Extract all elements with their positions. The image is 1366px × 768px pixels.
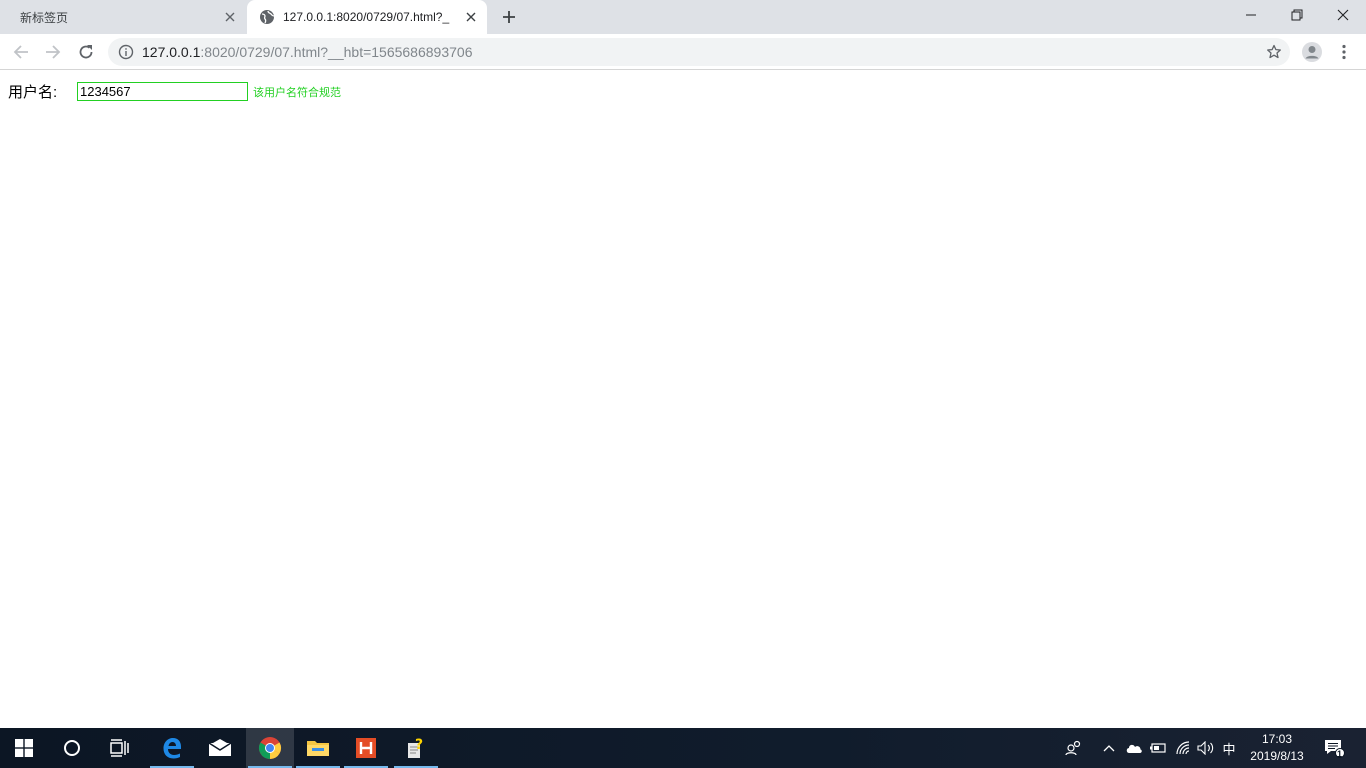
clock-date: 2019/8/13 bbox=[1250, 749, 1304, 763]
notification-count-badge: 1 bbox=[1337, 749, 1343, 759]
url-text: 127.0.0.1:8020/0729/07.html?__hbt=156568… bbox=[142, 44, 472, 60]
username-form-row: 用户名: 该用户名符合规范 bbox=[8, 81, 341, 102]
url-path: :8020/0729/07.html?__hbt=1565686893706 bbox=[200, 44, 473, 60]
forward-arrow-icon[interactable] bbox=[39, 38, 67, 66]
tab-current-page[interactable]: 127.0.0.1:8020/0729/07.html?_ bbox=[247, 0, 487, 34]
windows-start-icon[interactable] bbox=[0, 728, 48, 768]
tab-title: 新标签页 bbox=[20, 10, 69, 25]
ime-indicator[interactable]: 中 bbox=[1218, 728, 1240, 768]
reload-icon[interactable] bbox=[72, 38, 100, 66]
search-circle-icon[interactable] bbox=[48, 728, 96, 768]
file-explorer-icon[interactable] bbox=[294, 728, 342, 768]
clock-time: 17:03 bbox=[1261, 732, 1293, 746]
chevron-up-icon[interactable] bbox=[1099, 728, 1119, 768]
address-bar[interactable]: 127.0.0.1:8020/0729/07.html?__hbt=156568… bbox=[108, 38, 1290, 66]
tab-new-tab[interactable]: 新标签页 bbox=[0, 0, 246, 34]
site-info-icon[interactable] bbox=[118, 44, 134, 60]
username-label: 用户名: bbox=[8, 84, 58, 101]
back-arrow-icon[interactable] bbox=[7, 38, 35, 66]
people-icon[interactable] bbox=[1062, 728, 1086, 768]
help-document-icon[interactable]: ? bbox=[392, 728, 440, 768]
hbuilder-icon[interactable] bbox=[342, 728, 390, 768]
minimize-icon[interactable] bbox=[1228, 0, 1274, 30]
page-content: 用户名: 该用户名符合规范 bbox=[0, 71, 1366, 728]
close-window-icon[interactable] bbox=[1320, 0, 1366, 30]
validation-message: 该用户名符合规范 bbox=[253, 86, 341, 99]
globe-icon bbox=[259, 9, 275, 25]
task-view-icon[interactable] bbox=[96, 728, 144, 768]
profile-avatar-icon[interactable] bbox=[1300, 40, 1324, 64]
svg-text:?: ? bbox=[415, 737, 423, 753]
tab-title: 127.0.0.1:8020/0729/07.html?_ bbox=[283, 10, 450, 24]
browser-toolbar: 127.0.0.1:8020/0729/07.html?__hbt=156568… bbox=[0, 34, 1366, 70]
username-input[interactable] bbox=[77, 82, 248, 101]
edge-browser-icon[interactable] bbox=[148, 728, 196, 768]
system-clock[interactable]: 17:03 2019/8/13 bbox=[1240, 731, 1314, 765]
tab-close-icon[interactable] bbox=[220, 7, 240, 27]
menu-kebab-icon[interactable] bbox=[1334, 40, 1354, 64]
chrome-browser-icon[interactable] bbox=[246, 728, 294, 768]
battery-icon[interactable] bbox=[1146, 728, 1170, 768]
windows-taskbar: ? 中 17:03 2019/8/13 1 bbox=[0, 728, 1366, 768]
onedrive-cloud-icon[interactable] bbox=[1122, 728, 1146, 768]
tab-close-icon[interactable] bbox=[461, 7, 481, 27]
tab-strip: 新标签页 127.0.0.1:8020/0729/07.html?_ bbox=[0, 0, 1366, 34]
volume-icon[interactable] bbox=[1194, 728, 1218, 768]
wifi-icon[interactable] bbox=[1172, 728, 1196, 768]
mail-icon[interactable] bbox=[196, 728, 244, 768]
url-host: 127.0.0.1 bbox=[142, 44, 201, 60]
bookmark-star-icon[interactable] bbox=[1266, 44, 1282, 60]
notification-center-icon[interactable]: 1 bbox=[1320, 728, 1348, 768]
restore-icon[interactable] bbox=[1274, 0, 1320, 30]
new-tab-plus-icon[interactable] bbox=[497, 5, 521, 29]
